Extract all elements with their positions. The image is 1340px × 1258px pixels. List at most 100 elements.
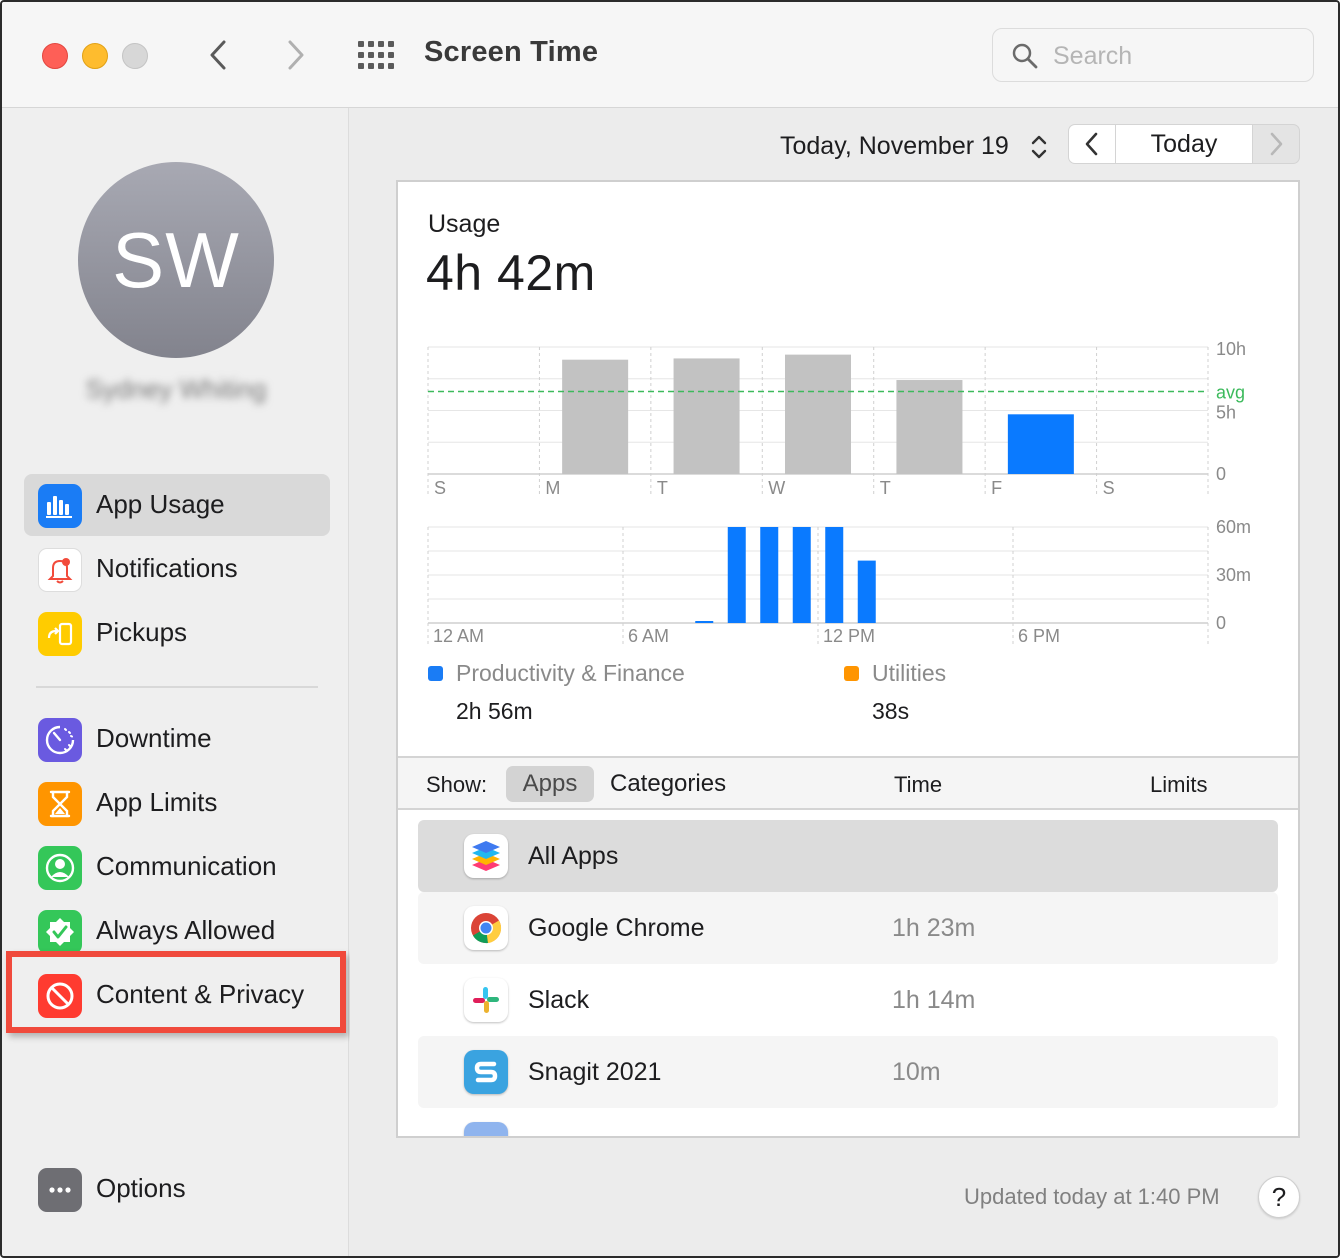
legend-name-productivity: Productivity & Finance bbox=[456, 660, 685, 686]
day-tick-label: S bbox=[1103, 478, 1115, 498]
show-apps-button[interactable]: Apps bbox=[506, 766, 594, 802]
sidebar-item-label: App Usage bbox=[96, 489, 225, 519]
sidebar: SW Sydney Whiting App Usage Notification… bbox=[2, 108, 349, 1256]
slack-icon bbox=[464, 978, 508, 1022]
avatar: SW bbox=[78, 162, 274, 358]
y-tick-label: 0 bbox=[1216, 464, 1226, 484]
window-title: Screen Time bbox=[424, 36, 599, 68]
search-icon bbox=[1012, 43, 1038, 69]
prohibited-icon bbox=[38, 974, 82, 1018]
legend-name-utilities: Utilities bbox=[872, 660, 947, 686]
day-tick-label: M bbox=[545, 478, 560, 498]
bell-icon bbox=[38, 548, 82, 592]
app-row-google-chrome[interactable]: Google Chrome 1h 23m bbox=[418, 892, 1278, 964]
date-selector-label[interactable]: Today, November 19 bbox=[780, 132, 1009, 161]
app-time: 1h 23m bbox=[892, 914, 976, 942]
hour-bar bbox=[792, 527, 811, 623]
back-arrow-icon[interactable] bbox=[204, 38, 234, 72]
usage-panel: Usage 4h 42m S M T W T F Savg 10h 5h 0 12 AM 6 AM 12… bbox=[396, 180, 1300, 1138]
hour-bar bbox=[857, 560, 876, 623]
next-day-button[interactable] bbox=[1252, 124, 1300, 164]
updown-chevron-icon[interactable] bbox=[1030, 132, 1048, 162]
updated-timestamp: Updated today at 1:40 PM bbox=[964, 1184, 1220, 1209]
app-row-partial[interactable] bbox=[418, 1108, 1278, 1136]
main-content: Today, November 19 Today Usage 4h 42m S M… bbox=[350, 108, 1338, 1256]
legend-value-utilities: 38s bbox=[872, 698, 910, 724]
sidebar-item-label: Pickups bbox=[96, 617, 188, 647]
app-time: 1h 14m bbox=[892, 986, 976, 1014]
options-label: Options bbox=[96, 1173, 186, 1203]
chrome-icon bbox=[464, 906, 508, 950]
y-tick-label: 60m bbox=[1216, 517, 1251, 537]
app-row-snagit[interactable]: Snagit 2021 10m bbox=[418, 1036, 1278, 1108]
sidebar-item-app-usage[interactable]: App Usage bbox=[24, 474, 330, 536]
app-row-slack[interactable]: Slack 1h 14m bbox=[418, 964, 1278, 1036]
app-name: Snagit 2021 bbox=[528, 1058, 662, 1086]
options-button[interactable]: Options bbox=[24, 1158, 330, 1220]
show-categories-button[interactable]: Categories bbox=[610, 770, 726, 798]
day-tick-label: F bbox=[991, 478, 1002, 498]
person-icon bbox=[38, 846, 82, 890]
app-name: Slack bbox=[528, 986, 590, 1014]
sidebar-item-label: Notifications bbox=[96, 553, 238, 583]
sidebar-item-content-privacy[interactable]: Content & Privacy bbox=[24, 964, 330, 1026]
hourglass-icon bbox=[38, 782, 82, 826]
time-column-header[interactable]: Time bbox=[894, 772, 942, 798]
search-field[interactable] bbox=[992, 28, 1314, 82]
show-label: Show: bbox=[426, 772, 488, 797]
app-icon bbox=[464, 1122, 508, 1136]
downtime-icon bbox=[38, 718, 82, 762]
today-button[interactable]: Today bbox=[1116, 124, 1252, 164]
hour-bar bbox=[727, 527, 746, 623]
hour-tick-label: 6 PM bbox=[1018, 626, 1060, 646]
sidebar-item-label: Always Allowed bbox=[96, 915, 276, 945]
day-tick-label: T bbox=[657, 478, 668, 498]
zoom-window-button[interactable] bbox=[122, 43, 148, 69]
search-input[interactable] bbox=[1053, 39, 1303, 73]
bar-chart-icon bbox=[38, 484, 82, 528]
sidebar-item-pickups[interactable]: Pickups bbox=[24, 602, 330, 664]
user-name: Sydney Whiting bbox=[85, 374, 267, 404]
close-window-button[interactable] bbox=[42, 43, 68, 69]
previous-day-button[interactable] bbox=[1068, 124, 1116, 164]
usage-charts: S M T W T F Savg 10h 5h 0 12 AM 6 AM 12 PM 6 PM 60m 30m… bbox=[427, 339, 1251, 646]
sidebar-item-app-limits[interactable]: App Limits bbox=[24, 772, 330, 834]
chevron-right-icon bbox=[1270, 132, 1283, 156]
app-name: All Apps bbox=[528, 842, 619, 870]
day-bar bbox=[785, 354, 851, 474]
sidebar-item-label: App Limits bbox=[96, 787, 218, 817]
sidebar-item-always-allowed[interactable]: Always Allowed bbox=[24, 900, 330, 962]
legend-value-productivity: 2h 56m bbox=[456, 698, 533, 724]
checkmark-badge-icon bbox=[38, 910, 82, 954]
y-tick-label: 10h bbox=[1216, 339, 1246, 359]
app-row-all-apps[interactable]: All Apps bbox=[418, 820, 1278, 892]
pickup-icon bbox=[38, 612, 82, 656]
screen-time-window: Screen Time SW Sydney Whiting App Usage bbox=[0, 0, 1340, 1258]
sidebar-divider bbox=[36, 686, 318, 688]
chevron-left-icon bbox=[1085, 132, 1098, 156]
day-bar bbox=[896, 380, 963, 474]
usage-total: 4h 42m bbox=[426, 245, 596, 301]
sidebar-item-label: Downtime bbox=[96, 723, 212, 753]
title-bar: Screen Time bbox=[2, 2, 1338, 108]
minimize-window-button[interactable] bbox=[82, 43, 108, 69]
hour-tick-label: 12 PM bbox=[823, 626, 875, 646]
limits-column-header[interactable]: Limits bbox=[1150, 772, 1207, 798]
forward-arrow-icon[interactable] bbox=[280, 38, 310, 72]
day-tick-label: T bbox=[880, 478, 891, 498]
legend-swatch-utilities bbox=[844, 666, 859, 681]
show-all-grid-icon[interactable] bbox=[354, 38, 394, 72]
day-tick-label: S bbox=[434, 478, 446, 498]
sidebar-item-label: Communication bbox=[96, 851, 277, 881]
help-button[interactable]: ? bbox=[1258, 1176, 1300, 1218]
hour-bar bbox=[760, 527, 779, 623]
sidebar-item-notifications[interactable]: Notifications bbox=[24, 538, 330, 600]
stack-icon bbox=[464, 834, 508, 878]
hour-bar bbox=[695, 621, 714, 623]
hour-tick-label: 6 AM bbox=[628, 626, 669, 646]
sidebar-item-downtime[interactable]: Downtime bbox=[24, 708, 330, 770]
legend-swatch-productivity bbox=[428, 666, 443, 681]
sidebar-item-communication[interactable]: Communication bbox=[24, 836, 330, 898]
day-bar bbox=[562, 359, 629, 474]
day-tick-label: W bbox=[768, 478, 785, 498]
